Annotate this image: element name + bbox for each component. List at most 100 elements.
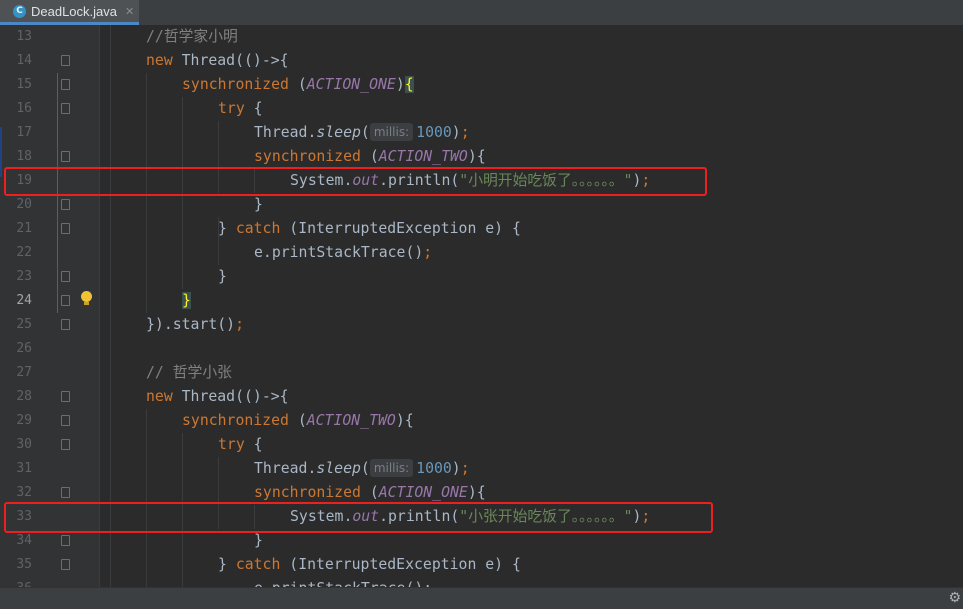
- code-token: (InterruptedException e) {: [280, 220, 521, 237]
- code-text: Thread.sleep(millis: 1000);: [254, 457, 470, 481]
- code-line: 23 }: [0, 265, 963, 289]
- code-token: (InterruptedException e) {: [280, 556, 521, 573]
- keyword: try: [218, 436, 245, 453]
- code-token: {: [244, 100, 263, 117]
- code-token: (: [288, 412, 307, 429]
- editor-tab-bar: C DeadLock.java ✕: [0, 0, 963, 26]
- code-editor[interactable]: 13 //哲学家小明 14 new Thread(()->{ 15 synchr…: [0, 25, 963, 597]
- line-number: 26: [16, 341, 32, 356]
- tab-title: DeadLock.java: [31, 3, 117, 19]
- code-text: }: [254, 196, 263, 213]
- code-line: 25 }).start();: [0, 313, 963, 337]
- line-number: 28: [16, 389, 32, 404]
- fold-marker-icon[interactable]: [61, 271, 70, 282]
- fold-marker-icon[interactable]: [61, 55, 70, 66]
- line-number: 21: [16, 221, 32, 236]
- java-class-icon: C: [13, 4, 26, 18]
- code-line: 18 synchronized (ACTION_TWO){: [0, 145, 963, 169]
- code-line: 35 } catch (InterruptedException e) {: [0, 553, 963, 577]
- fold-marker-icon[interactable]: [61, 319, 70, 330]
- code-line: 15 synchronized (ACTION_ONE){: [0, 73, 963, 97]
- fold-marker-icon[interactable]: [61, 391, 70, 402]
- keyword: synchronized: [182, 76, 289, 93]
- matched-brace: {: [404, 76, 414, 93]
- code-line: 26: [0, 337, 963, 361]
- code-line: 16 try {: [0, 97, 963, 121]
- code-token: Thread.: [254, 124, 317, 141]
- static-method: sleep: [316, 460, 361, 477]
- parameter-hint: millis:: [369, 123, 414, 141]
- code-text: new Thread(()->{: [146, 49, 289, 73]
- code-line: 17 Thread.sleep(millis: 1000);: [0, 121, 963, 145]
- status-bar: ⚙: [0, 587, 963, 609]
- code-text: try {: [218, 433, 263, 457]
- fold-marker-icon[interactable]: [61, 535, 70, 546]
- code-token: ): [451, 460, 461, 477]
- constant: ACTION_ONE: [378, 484, 468, 501]
- number-literal: 1000: [416, 460, 452, 477]
- line-number: 17: [16, 125, 32, 140]
- semicolon: ;: [460, 124, 470, 141]
- fold-marker-icon[interactable]: [61, 223, 70, 234]
- code-text: }: [218, 268, 227, 285]
- fold-marker-icon[interactable]: [61, 103, 70, 114]
- code-token: ){: [467, 484, 486, 501]
- code-text: try {: [218, 97, 263, 121]
- fold-marker-icon[interactable]: [61, 79, 70, 90]
- keyword: new: [146, 52, 173, 69]
- code-text: synchronized (ACTION_TWO){: [254, 145, 486, 169]
- code-token: (: [288, 76, 307, 93]
- code-token: (: [360, 148, 379, 165]
- line-number: 29: [16, 413, 32, 428]
- line-number: 31: [16, 461, 32, 476]
- keyword: catch: [235, 220, 281, 237]
- keyword: synchronized: [254, 484, 361, 501]
- keyword: synchronized: [254, 148, 361, 165]
- code-token: {: [244, 436, 263, 453]
- line-number: 24: [16, 293, 32, 308]
- line-number: 27: [16, 365, 32, 380]
- fold-marker-icon[interactable]: [61, 439, 70, 450]
- code-token: Thread(()->{: [172, 388, 289, 405]
- fold-marker-icon[interactable]: [61, 415, 70, 426]
- code-token: (: [360, 484, 379, 501]
- gear-icon[interactable]: ⚙: [948, 590, 961, 606]
- matched-brace: }: [182, 292, 191, 309]
- code-token: (: [360, 460, 370, 477]
- fold-marker-icon[interactable]: [61, 151, 70, 162]
- code-text: new Thread(()->{: [146, 385, 289, 409]
- code-text: } catch (InterruptedException e) {: [218, 217, 521, 241]
- semicolon: ;: [460, 460, 470, 477]
- line-number: 20: [16, 197, 32, 212]
- semicolon: ;: [235, 316, 245, 333]
- line-number: 23: [16, 269, 32, 284]
- line-number: 16: [16, 101, 32, 116]
- constant: ACTION_ONE: [306, 76, 396, 93]
- lightbulb-icon[interactable]: [81, 291, 92, 302]
- code-text: }).start();: [146, 313, 244, 337]
- code-token: }: [218, 220, 236, 237]
- code-line: 28 new Thread(()->{: [0, 385, 963, 409]
- close-icon[interactable]: ✕: [125, 5, 134, 18]
- code-line: 29 synchronized (ACTION_TWO){: [0, 409, 963, 433]
- code-line: 22 e.printStackTrace();: [0, 241, 963, 265]
- fold-marker-icon[interactable]: [61, 487, 70, 498]
- code-token: Thread(()->{: [172, 52, 289, 69]
- keyword: catch: [235, 556, 281, 573]
- fold-marker-icon[interactable]: [61, 295, 70, 306]
- tab-deadlock-java[interactable]: C DeadLock.java ✕: [0, 0, 139, 25]
- line-number: 30: [16, 437, 32, 452]
- constant: ACTION_TWO: [378, 148, 468, 165]
- number-literal: 1000: [416, 124, 452, 141]
- parameter-hint: millis:: [369, 459, 414, 477]
- fold-marker-icon[interactable]: [61, 199, 70, 210]
- fold-marker-icon[interactable]: [61, 559, 70, 570]
- code-token: ): [451, 124, 461, 141]
- highlight-box-line-19: [4, 167, 707, 196]
- constant: ACTION_TWO: [306, 412, 396, 429]
- code-line: 27 // 哲学小张: [0, 361, 963, 385]
- code-text: Thread.sleep(millis: 1000);: [254, 121, 470, 145]
- code-token: Thread.: [254, 460, 317, 477]
- line-number: 25: [16, 317, 32, 332]
- code-text: } catch (InterruptedException e) {: [218, 553, 521, 577]
